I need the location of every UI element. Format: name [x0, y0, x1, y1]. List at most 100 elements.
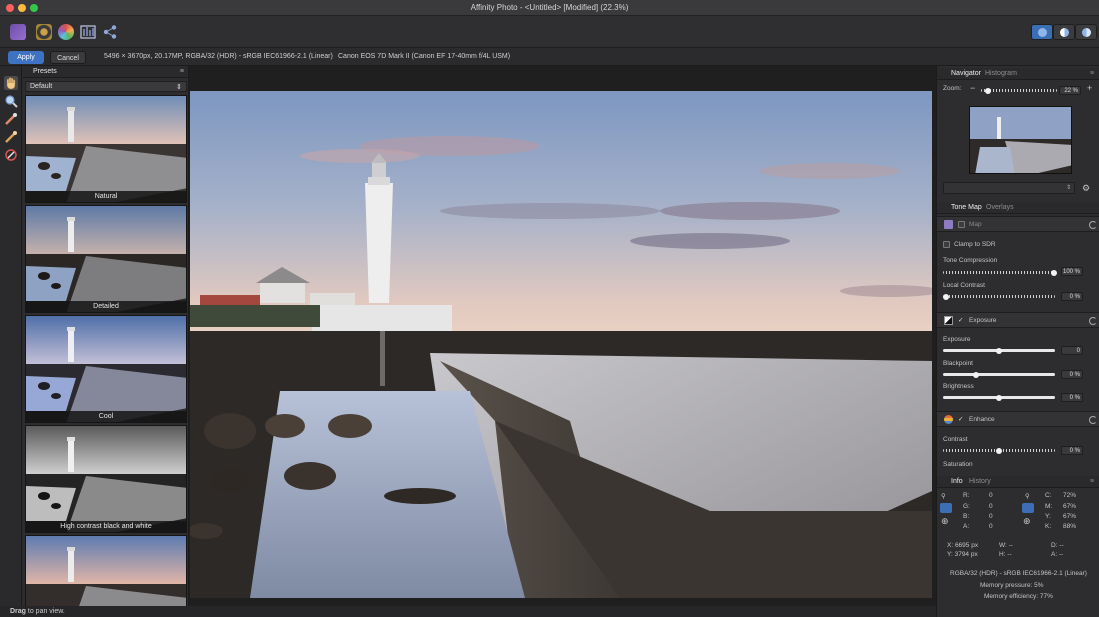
zoom-slider-knob[interactable] — [985, 87, 991, 94]
pointer-icon[interactable] — [940, 503, 952, 513]
zoom-slider[interactable] — [981, 87, 1057, 94]
reset-icon[interactable] — [1089, 317, 1097, 325]
contrast-slider[interactable] — [943, 447, 1055, 454]
tab-navigator[interactable]: Navigator — [951, 70, 981, 77]
view-point-select[interactable]: ⇕ — [943, 182, 1075, 194]
tone-compression-knob[interactable] — [1051, 269, 1057, 276]
clamp-to-sdr-checkbox[interactable] — [943, 241, 950, 248]
reset-icon[interactable] — [1089, 416, 1097, 424]
camera-info: Canon EOS 7D Mark II (Canon EF 17-40mm f… — [338, 53, 511, 60]
navigator-preview[interactable] — [969, 106, 1072, 174]
local-contrast-label: Local Contrast — [943, 282, 985, 289]
chevron-updown-icon: ⇕ — [176, 84, 182, 91]
enhance-checkmark-icon[interactable]: ✓ — [958, 415, 963, 423]
status-hint-rest: to pan view. — [25, 608, 65, 615]
preset-label: Natural — [26, 191, 186, 202]
preset-category-select[interactable]: Default ⇕ — [25, 81, 187, 92]
exposure-section-label: Exposure — [969, 317, 997, 324]
hand-tool-icon[interactable] — [4, 76, 18, 90]
brightness-value[interactable]: 0 % — [1061, 393, 1083, 402]
local-contrast-slider[interactable] — [943, 293, 1055, 300]
blackpoint-knob[interactable] — [973, 371, 979, 378]
preset-thumbnail-high-contrast-bw[interactable]: High contrast black and white — [25, 425, 187, 533]
view-mode-single-button[interactable] — [1031, 24, 1053, 40]
brightness-knob[interactable] — [996, 394, 1002, 401]
panel-menu-icon[interactable]: ≡ — [1090, 478, 1094, 485]
tab-tone-map[interactable]: Tone Map — [951, 204, 982, 211]
contrast-knob[interactable] — [996, 447, 1002, 454]
dodge-brush-icon[interactable] — [4, 112, 18, 126]
gear-icon[interactable]: ⚙ — [1082, 183, 1090, 194]
export-persona-icon[interactable] — [102, 24, 118, 40]
zoom-out-icon[interactable]: − — [970, 83, 975, 93]
tab-history[interactable]: History — [969, 478, 991, 485]
zoom-in-icon[interactable]: + — [1087, 83, 1092, 93]
tab-info[interactable]: Info — [951, 478, 963, 485]
preset-thumbnail-cool[interactable]: Cool — [25, 315, 187, 423]
exposure-knob[interactable] — [996, 347, 1002, 354]
exposure-section-header: ✓ Exposure — [937, 312, 1099, 328]
document-image[interactable] — [190, 91, 932, 598]
tools-panel — [0, 66, 22, 606]
apply-button[interactable]: Apply — [8, 51, 44, 64]
tone-compression-value[interactable]: 100 % — [1061, 267, 1083, 276]
local-contrast-knob[interactable] — [943, 293, 949, 300]
view-mode-split-button[interactable] — [1053, 24, 1075, 40]
preset-thumbnail-natural[interactable]: Natural — [25, 95, 187, 203]
map-icon — [944, 220, 953, 229]
contrast-label: Contrast — [943, 436, 968, 443]
panel-menu-icon[interactable]: ≡ — [1090, 70, 1094, 77]
exposure-slider[interactable] — [943, 347, 1055, 354]
clone-brush-icon[interactable] — [4, 148, 18, 162]
preset-thumbnail-image — [26, 316, 186, 422]
tab-histogram[interactable]: Histogram — [985, 70, 1017, 77]
exposure-value[interactable]: 0 — [1061, 346, 1083, 355]
zoom-label: Zoom: — [943, 85, 962, 92]
preset-label: High contrast black and white — [26, 521, 186, 532]
map-checkbox[interactable] — [958, 221, 965, 228]
crosshair-icon[interactable]: ⊕ — [1023, 516, 1031, 527]
crosshair-icon[interactable]: ⊕ — [941, 516, 949, 527]
zoom-tool-icon[interactable] — [4, 94, 18, 108]
zoom-value[interactable]: 22 % — [1059, 86, 1081, 95]
blackpoint-slider[interactable] — [943, 371, 1055, 378]
tonemap-tabbar: Tone Map Overlays — [937, 202, 1099, 214]
view-mode-mirror-button[interactable] — [1075, 24, 1097, 40]
develop-persona-icon[interactable] — [58, 24, 74, 40]
exposure-icon — [944, 316, 953, 325]
preset-thumbnail-detailed[interactable]: Detailed — [25, 205, 187, 313]
local-contrast-value[interactable]: 0 % — [1061, 292, 1083, 301]
blackpoint-value[interactable]: 0 % — [1061, 370, 1083, 379]
reset-icon[interactable] — [1089, 221, 1097, 229]
preset-thumbnail-5[interactable] — [25, 535, 187, 606]
info-a-value: 0 — [989, 523, 993, 530]
preset-thumbnail-image — [26, 96, 186, 202]
contrast-value[interactable]: 0 % — [1061, 446, 1083, 455]
tone-compression-slider[interactable] — [943, 269, 1057, 276]
canvas-area[interactable] — [189, 66, 936, 606]
context-toolbar: Apply Cancel 5496 × 3670px, 20.17MP, RGB… — [0, 48, 1099, 66]
tone-mapping-persona-icon[interactable] — [80, 24, 96, 40]
exposure-checkmark-icon[interactable]: ✓ — [958, 316, 963, 324]
status-bar: Drag to pan view. — [0, 606, 936, 617]
cancel-button[interactable]: Cancel — [50, 51, 86, 64]
eyedropper-icon[interactable]: ⚲ — [941, 492, 946, 500]
info-format: RGBA/32 (HDR) - sRGB IEC61966-2.1 (Linea… — [950, 570, 1087, 577]
brightness-slider[interactable] — [943, 394, 1055, 401]
preset-category-value: Default — [30, 83, 53, 90]
tab-presets[interactable]: Presets — [33, 68, 57, 75]
info-k-key: K: — [1045, 523, 1052, 530]
info-m-key: M: — [1045, 503, 1053, 510]
info-y: Y: 3794 px — [947, 551, 978, 558]
status-hint: Drag to pan view. — [10, 608, 65, 615]
info-x: X: 6695 px — [947, 542, 979, 549]
photo-persona-icon[interactable] — [10, 24, 26, 40]
eyedropper-icon[interactable]: ⚲ — [1025, 492, 1030, 500]
pointer-icon[interactable] — [1022, 503, 1034, 513]
info-c-key: C: — [1045, 492, 1052, 499]
liquify-persona-icon[interactable] — [36, 24, 52, 40]
panel-menu-icon[interactable]: ≡ — [180, 68, 184, 75]
tab-overlays[interactable]: Overlays — [986, 204, 1014, 211]
burn-brush-icon[interactable] — [4, 130, 18, 144]
info-y-value: 67% — [1063, 513, 1077, 520]
